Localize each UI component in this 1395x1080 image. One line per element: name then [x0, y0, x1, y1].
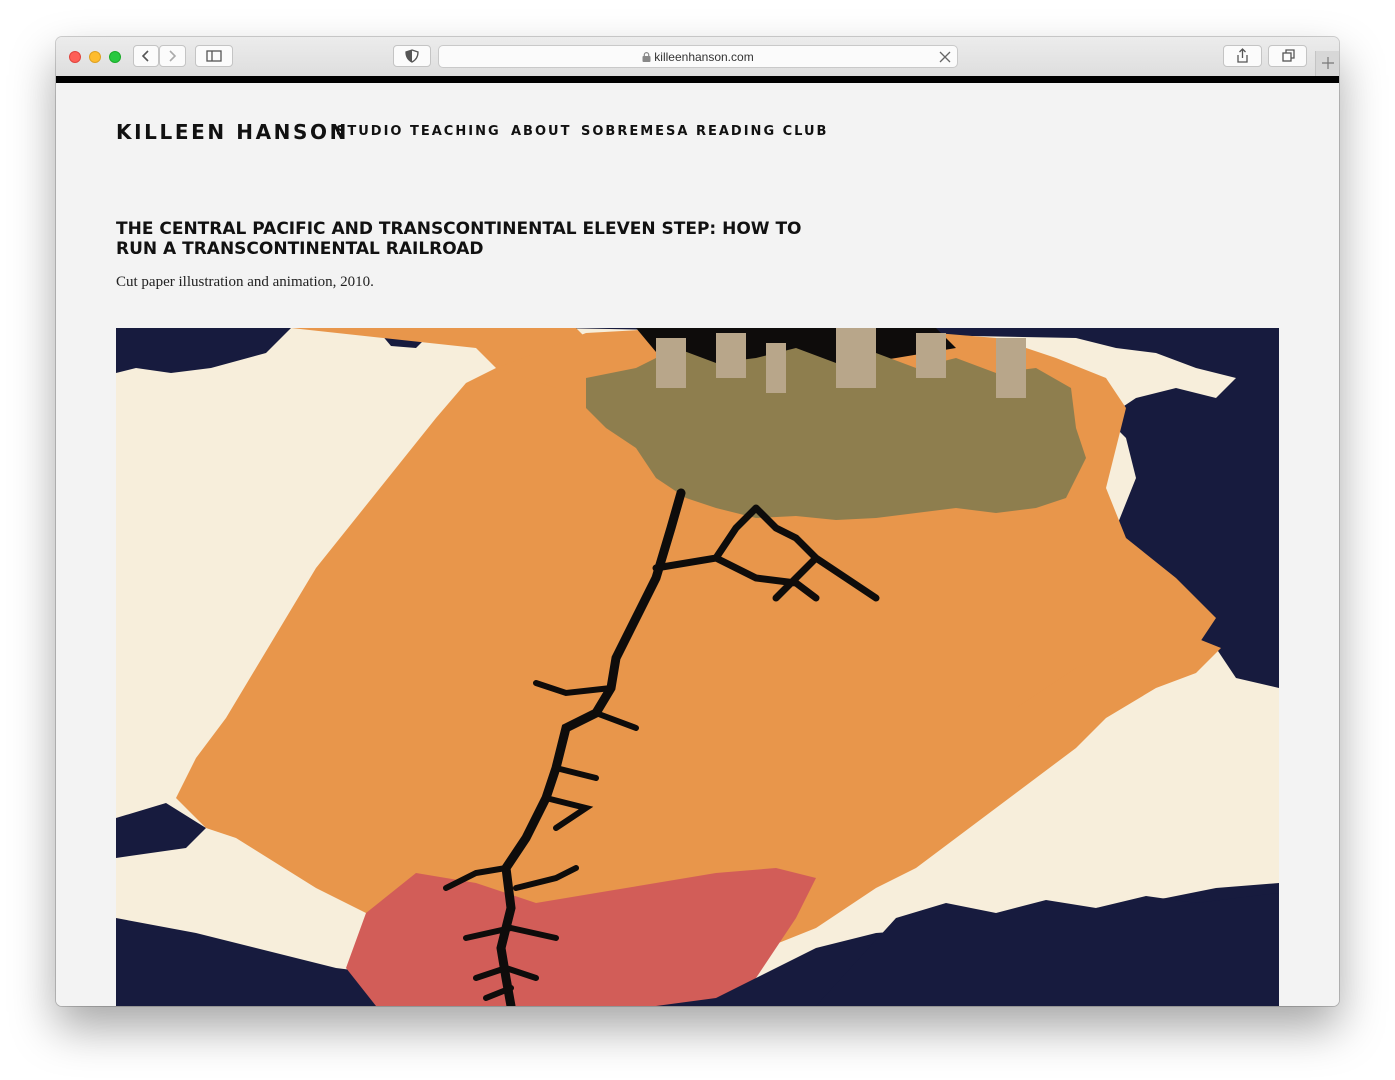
maximize-window-button[interactable] — [109, 51, 121, 63]
cut-paper-illustration — [116, 328, 1279, 1006]
chevron-right-icon — [169, 50, 177, 62]
lock-icon — [642, 52, 651, 62]
share-button[interactable] — [1223, 45, 1262, 67]
artwork-image — [116, 328, 1279, 1006]
nav-studio[interactable]: STUDIO — [336, 124, 403, 139]
browser-toolbar: killeenhanson.com — [56, 37, 1339, 77]
forward-button[interactable] — [159, 45, 186, 67]
back-button[interactable] — [133, 45, 159, 67]
project-title: THE CENTRAL PACIFIC AND TRANSCONTINENTAL… — [116, 219, 802, 259]
chevron-left-icon — [141, 50, 149, 62]
site-logo[interactable]: KILLEEN HANSON — [116, 120, 349, 144]
address-bar[interactable]: killeenhanson.com — [438, 45, 958, 68]
nav-sobremesa-reading-club[interactable]: SOBREMESA READING CLUB — [581, 124, 828, 139]
privacy-report-button[interactable] — [393, 45, 431, 67]
url-text: killeenhanson.com — [654, 50, 754, 64]
close-window-button[interactable] — [69, 51, 81, 63]
browser-window: killeenhanson.com KILLEEN HANSON STUDIO … — [56, 37, 1339, 1006]
plus-icon — [1322, 57, 1334, 69]
share-icon — [1237, 48, 1248, 63]
project-caption: Cut paper illustration and animation, 20… — [116, 274, 374, 290]
minimize-window-button[interactable] — [89, 51, 101, 63]
new-tab-button[interactable] — [1315, 51, 1339, 76]
privacy-shield-icon — [405, 49, 419, 63]
url-display: killeenhanson.com — [439, 50, 957, 64]
tabs-icon — [1282, 49, 1295, 62]
website-content: KILLEEN HANSON STUDIO TEACHING ABOUT SOB… — [56, 83, 1339, 1006]
clear-x-icon[interactable] — [939, 51, 951, 63]
show-tabs-button[interactable] — [1268, 45, 1307, 67]
nav-about[interactable]: ABOUT — [511, 124, 571, 139]
site-top-border — [56, 76, 1339, 83]
sidebar-icon — [206, 50, 222, 62]
nav-teaching[interactable]: TEACHING — [410, 124, 501, 139]
sidebar-toggle-button[interactable] — [195, 45, 233, 67]
